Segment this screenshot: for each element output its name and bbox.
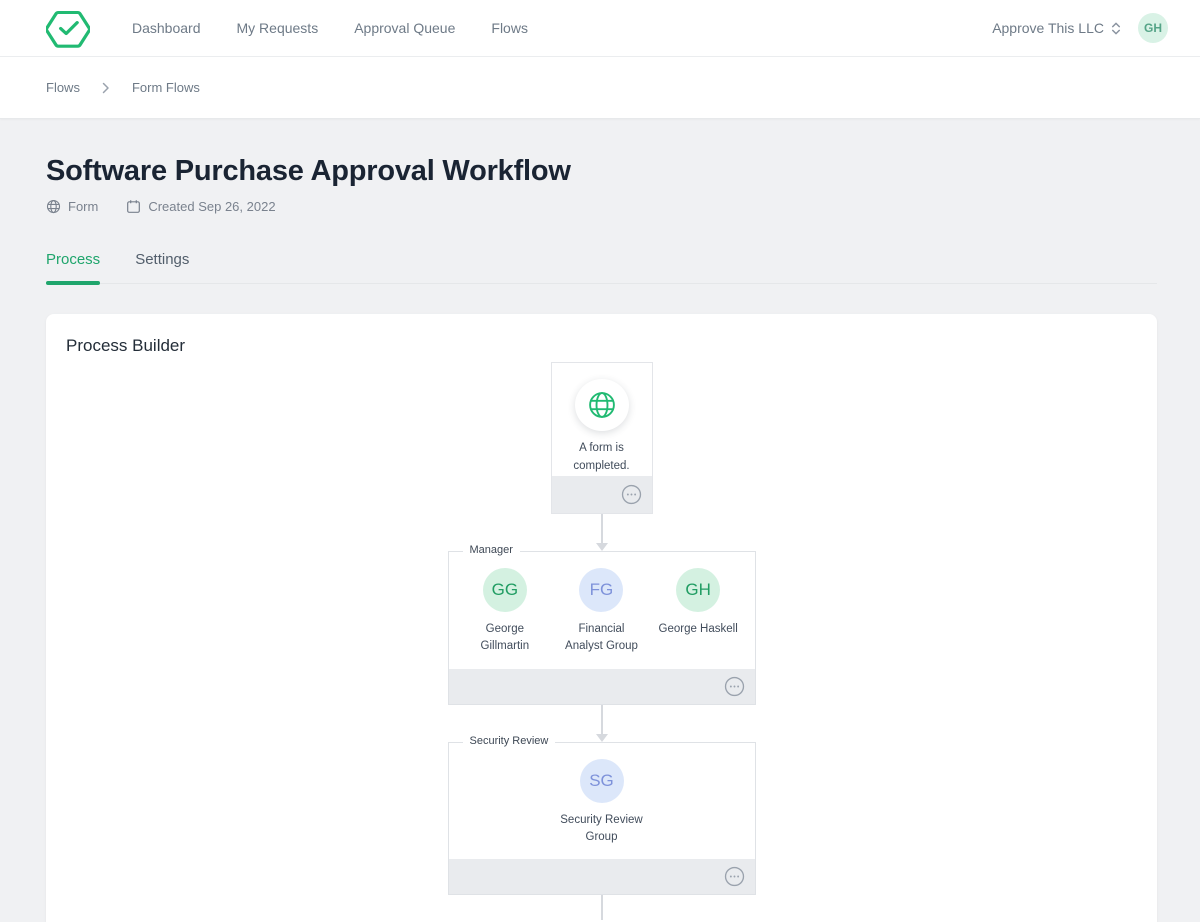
approver: GH George Haskell	[650, 568, 746, 656]
approver-avatar: SG	[580, 759, 624, 803]
chevron-up-down-icon	[1110, 21, 1122, 36]
trigger-icon-circle	[575, 379, 629, 431]
breadcrumb-flows[interactable]: Flows	[46, 80, 80, 95]
page-meta: Form Created Sep 26, 2022	[46, 199, 1157, 214]
approver-name: George Gillmartin	[463, 621, 547, 656]
flow-arrow-down	[596, 514, 608, 551]
trigger-text: A form is completed.	[560, 440, 644, 476]
primary-nav: Dashboard My Requests Approval Queue Flo…	[132, 20, 528, 36]
workflow-diagram: A form is completed.	[66, 362, 1137, 920]
flow-type: Form	[46, 199, 98, 214]
tab-bar: Process Settings	[46, 251, 1157, 284]
process-builder-card: Process Builder A form is completed.	[46, 314, 1157, 922]
approver-avatar: GH	[676, 568, 720, 612]
approver-name: Security Review Group	[560, 812, 644, 847]
breadcrumb: Flows Form Flows	[0, 57, 1200, 119]
approver-name: George Haskell	[656, 621, 740, 638]
main-content: Software Purchase Approval Workflow Form…	[0, 155, 1200, 922]
ellipsis-menu-button[interactable]	[724, 866, 745, 887]
step-footer	[449, 669, 755, 704]
trigger-node: A form is completed.	[551, 362, 653, 514]
breadcrumb-form-flows[interactable]: Form Flows	[132, 80, 200, 95]
approver-name: Financial Analyst Group	[559, 621, 643, 656]
created-date: Created Sep 26, 2022	[126, 199, 275, 214]
navbar-right: Approve This LLC GH	[992, 13, 1168, 43]
step-approvers: SG Security Review Group	[449, 743, 755, 860]
approver-avatar: GG	[483, 568, 527, 612]
tab-settings[interactable]: Settings	[135, 251, 189, 283]
ellipsis-menu-button[interactable]	[724, 676, 745, 697]
top-navbar: Dashboard My Requests Approval Queue Flo…	[0, 0, 1200, 57]
approver: GG George Gillmartin	[457, 568, 553, 656]
calendar-icon	[126, 199, 141, 214]
step-security-review: Security Review SG Security Review Group	[448, 742, 756, 896]
step-approvers: GG George Gillmartin FG Financial Analys…	[449, 552, 755, 669]
account-switcher[interactable]: Approve This LLC	[992, 20, 1122, 36]
page-title: Software Purchase Approval Workflow	[46, 155, 1157, 188]
nav-link-approval-queue[interactable]: Approval Queue	[354, 20, 455, 36]
trigger-node-body: A form is completed.	[552, 363, 652, 476]
nav-link-dashboard[interactable]: Dashboard	[132, 20, 201, 36]
nav-link-my-requests[interactable]: My Requests	[237, 20, 319, 36]
step-name: Security Review	[463, 735, 556, 747]
approver-avatar: FG	[579, 568, 623, 612]
tab-process[interactable]: Process	[46, 251, 100, 283]
account-name: Approve This LLC	[992, 20, 1104, 36]
globe-icon	[585, 388, 619, 422]
card-title: Process Builder	[66, 336, 1137, 356]
logo-check-hexagon-icon[interactable]	[46, 7, 90, 49]
step-manager: Manager GG George Gillmartin FG Financia…	[448, 551, 756, 705]
step-name: Manager	[463, 544, 520, 556]
step-footer	[449, 859, 755, 894]
nav-link-flows[interactable]: Flows	[491, 20, 528, 36]
chevron-right-icon	[102, 82, 110, 94]
trigger-node-footer	[552, 476, 652, 513]
globe-icon	[46, 199, 61, 214]
approver: FG Financial Analyst Group	[553, 568, 649, 656]
flow-type-label: Form	[68, 199, 98, 214]
ellipsis-menu-button[interactable]	[621, 484, 642, 505]
approver: SG Security Review Group	[554, 759, 650, 847]
user-avatar[interactable]: GH	[1138, 13, 1168, 43]
flow-line	[601, 895, 603, 920]
flow-arrow-down	[596, 705, 608, 742]
created-date-label: Created Sep 26, 2022	[148, 199, 275, 214]
